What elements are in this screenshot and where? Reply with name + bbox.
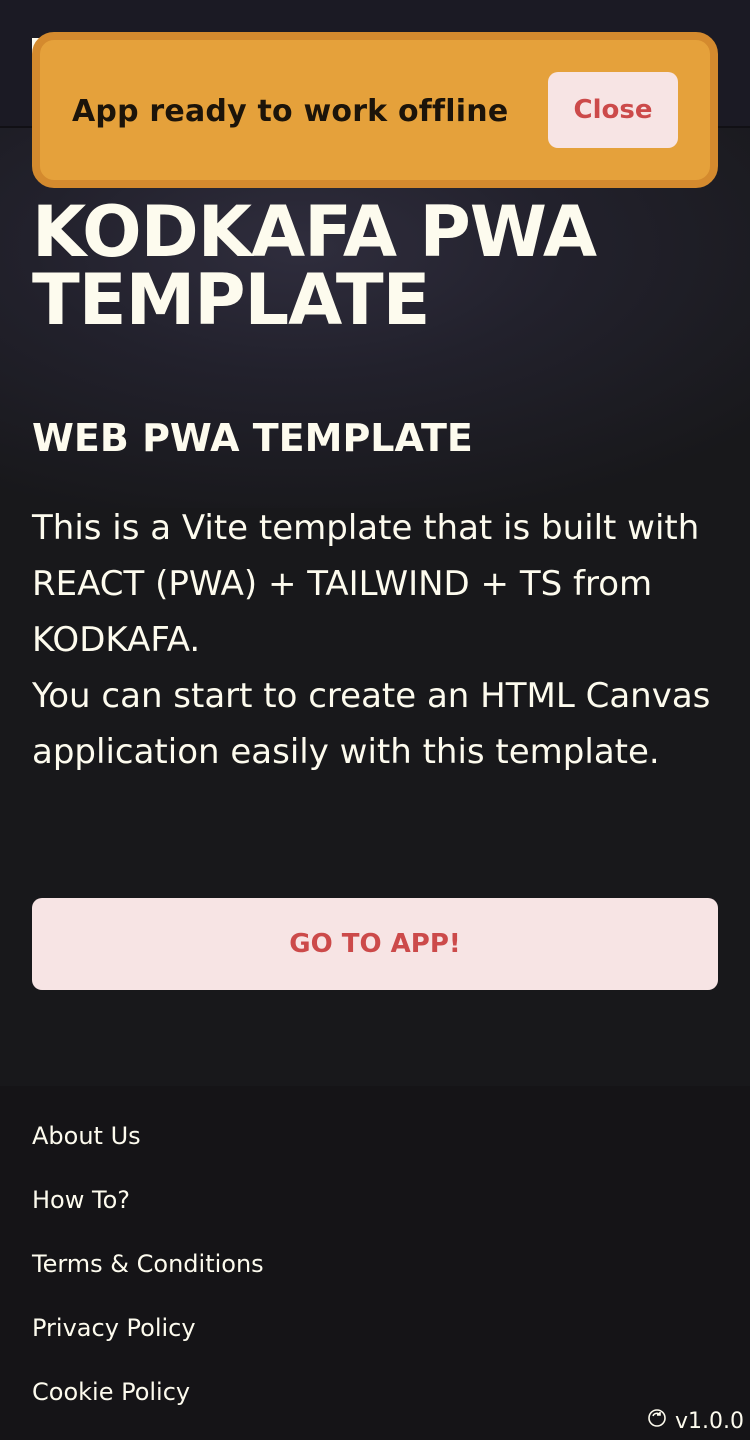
description-line: This is a Vite template that is built wi… — [32, 508, 700, 660]
footer-link-cookie-policy[interactable]: Cookie Policy — [32, 1378, 190, 1406]
refresh-icon — [647, 1408, 667, 1434]
page-subtitle: WEB PWA TEMPLATE — [32, 416, 473, 460]
description: This is a Vite template that is built wi… — [32, 500, 732, 780]
footer-link-about-us[interactable]: About Us — [32, 1122, 141, 1150]
go-to-app-button[interactable]: GO TO APP! — [32, 898, 718, 990]
footer-link-how-to[interactable]: How To? — [32, 1186, 130, 1214]
page-title: KODKAFA PWA TEMPLATE — [32, 191, 597, 341]
description-line: You can start to create an HTML Canvas a… — [32, 676, 711, 772]
footer: About Us How To? Terms & Conditions Priv… — [0, 1086, 750, 1440]
version-label: v1.0.0 — [675, 1408, 744, 1434]
footer-link-privacy-policy[interactable]: Privacy Policy — [32, 1314, 196, 1342]
version-indicator: v1.0.0 — [647, 1408, 744, 1434]
footer-link-terms[interactable]: Terms & Conditions — [32, 1250, 264, 1278]
toast-close-button[interactable]: Close — [548, 72, 678, 148]
offline-ready-toast: App ready to work offline Close — [32, 32, 718, 188]
toast-message: App ready to work offline — [72, 94, 509, 129]
